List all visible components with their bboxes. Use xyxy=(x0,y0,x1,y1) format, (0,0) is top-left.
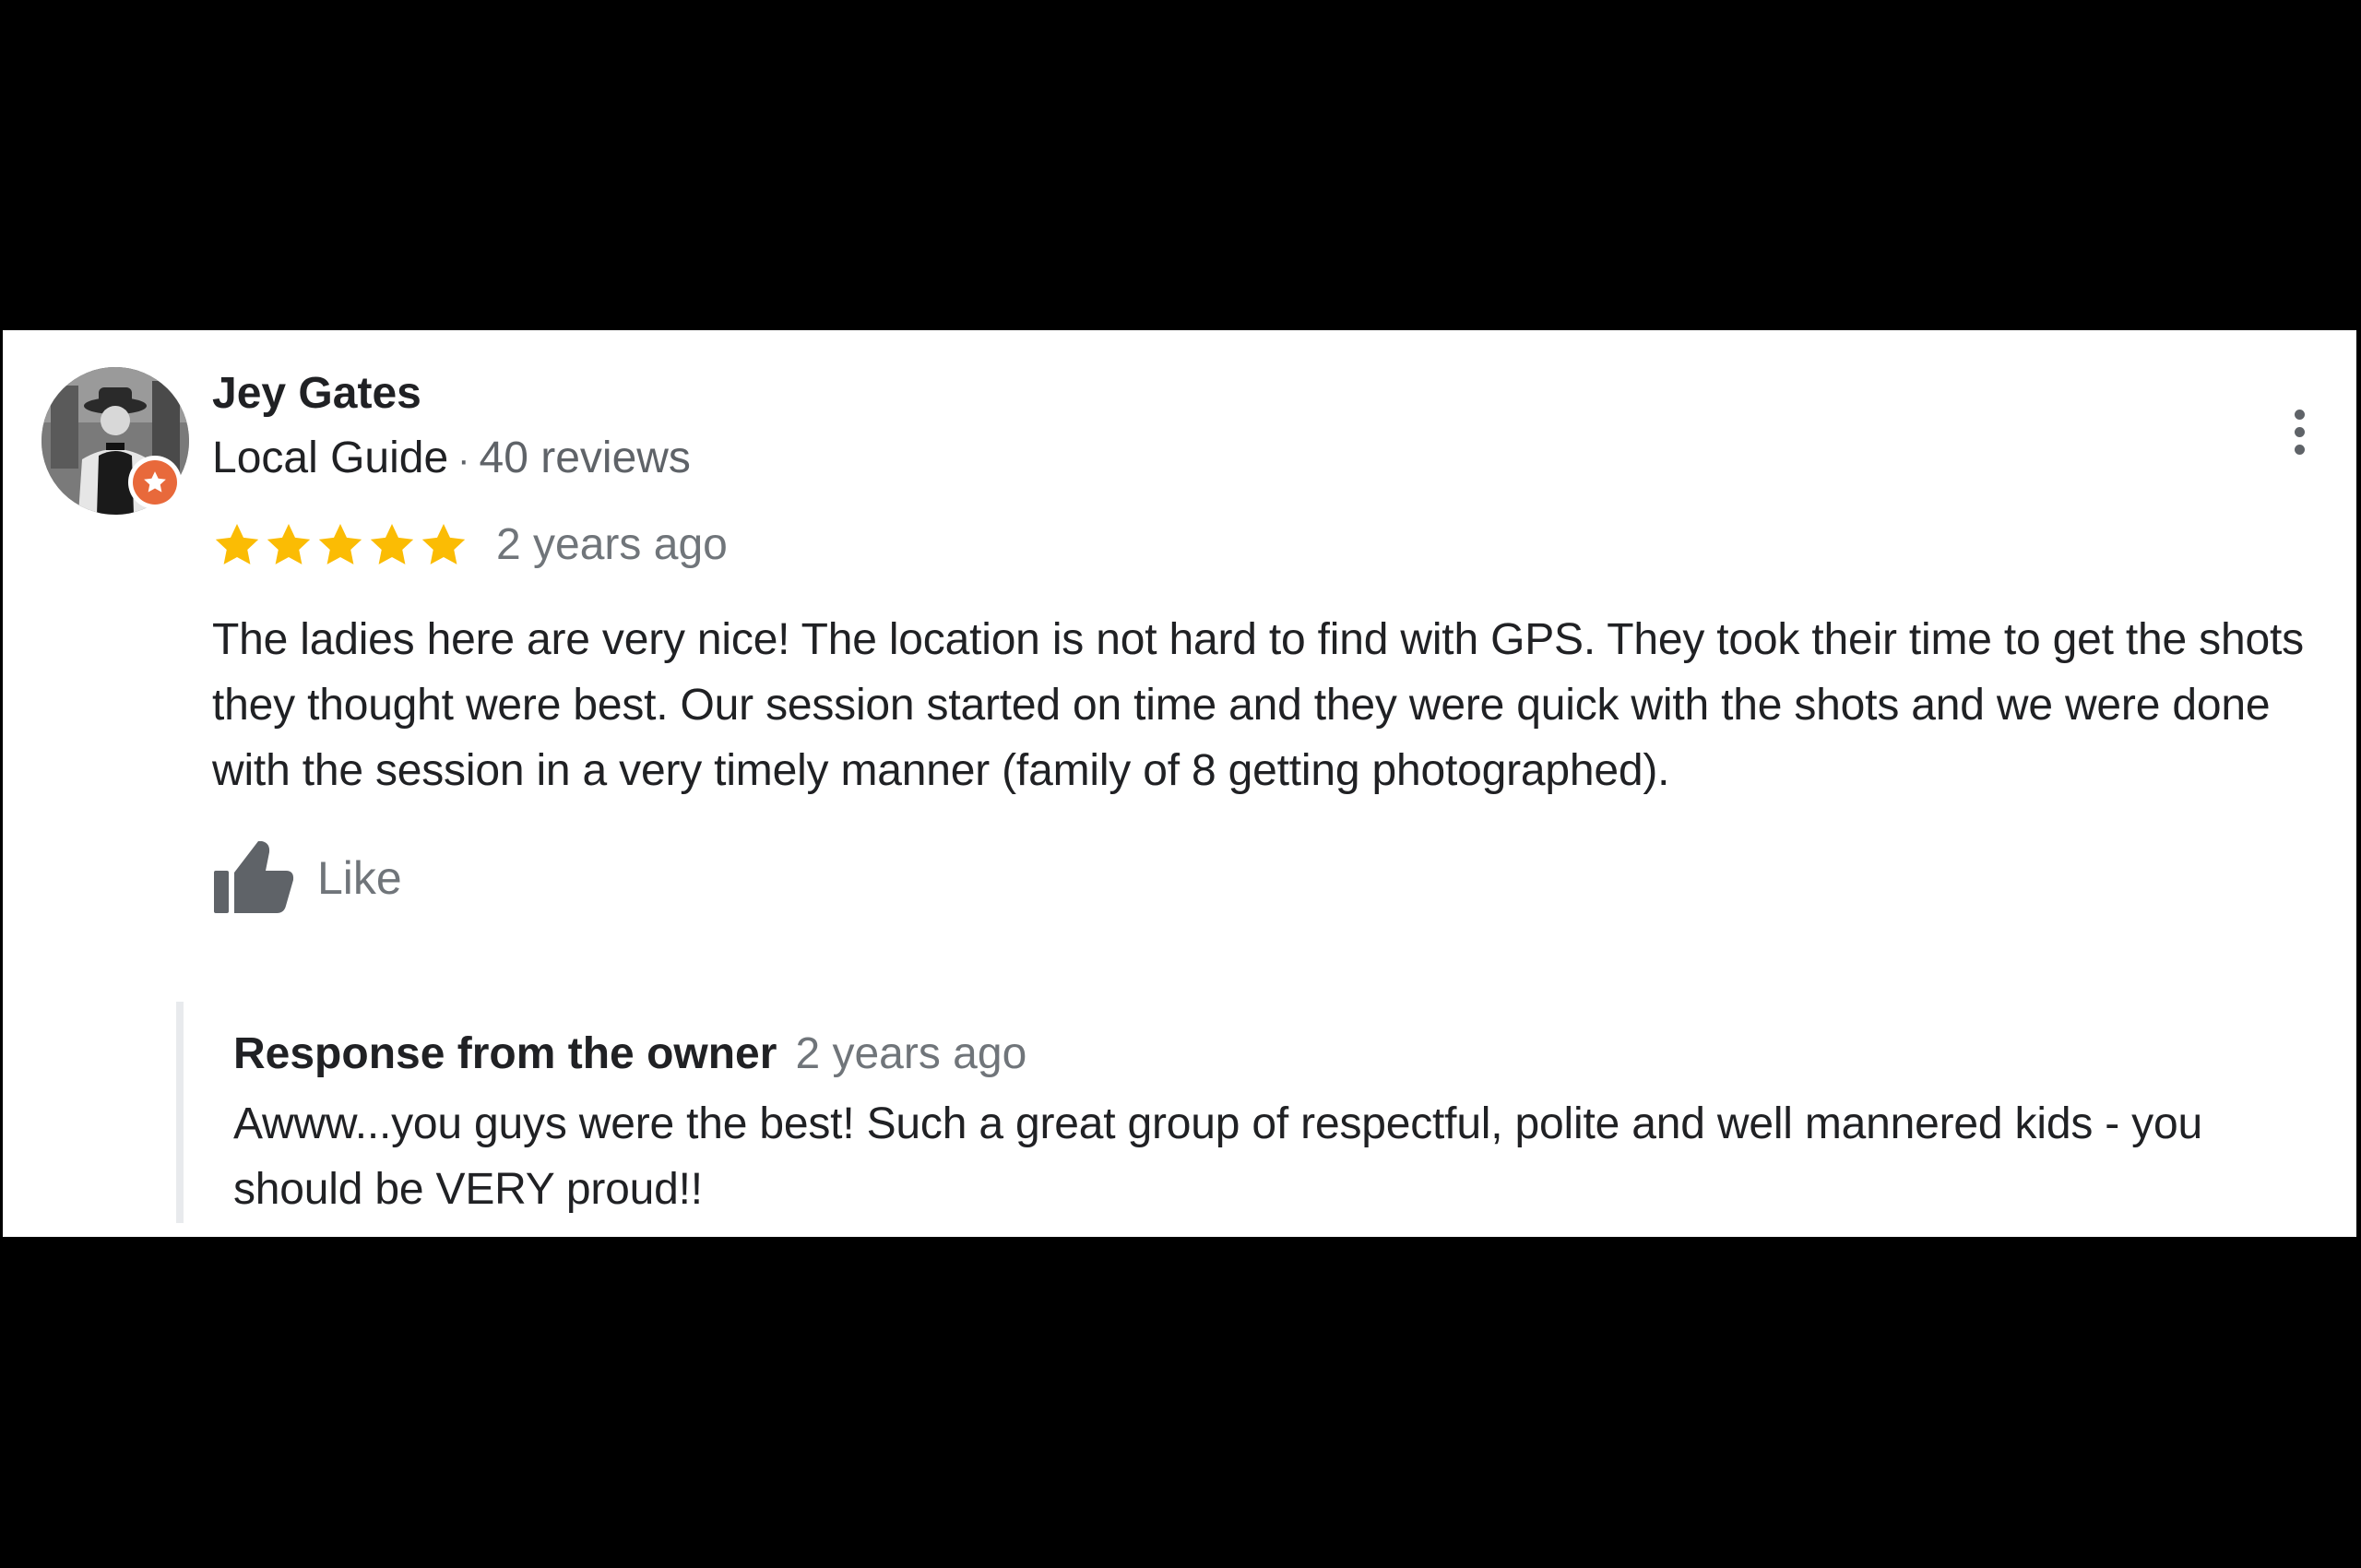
owner-response: Response from the owner 2 years ago Awww.… xyxy=(176,1002,2342,1223)
like-button[interactable]: Like xyxy=(212,839,402,917)
more-vert-icon xyxy=(2294,409,2305,420)
rating-row: 2 years ago xyxy=(212,515,728,576)
star-rating xyxy=(212,520,469,570)
star-icon xyxy=(267,524,311,564)
star-icon xyxy=(318,524,362,564)
review-text: The ladies here are very nice! The locat… xyxy=(212,615,2304,795)
screenshot-stage: Jey Gates Local Guide · 40 reviews 2 years… xyxy=(0,0,2361,1568)
thumbs-up-icon xyxy=(214,841,294,913)
owner-response-header: Response from the owner 2 years ago xyxy=(233,1028,1026,1091)
reviewer-badge-label: Local Guide xyxy=(212,434,449,482)
like-label: Like xyxy=(317,852,402,904)
star-icon xyxy=(215,524,259,564)
reviewer-meta: Local Guide · 40 reviews xyxy=(212,432,691,487)
more-options-button[interactable] xyxy=(2281,395,2318,469)
star-icon xyxy=(421,524,466,564)
owner-response-title: Response from the owner xyxy=(233,1029,777,1078)
review-card: Jey Gates Local Guide · 40 reviews 2 years… xyxy=(3,330,2356,1237)
review-count[interactable]: 40 reviews xyxy=(480,434,691,482)
meta-separator: · xyxy=(457,440,470,481)
review-time: 2 years ago xyxy=(496,520,728,569)
owner-response-text: Awww...you guys were the best! Such a gr… xyxy=(233,1099,2202,1214)
local-guide-star-icon xyxy=(133,460,177,505)
owner-response-time: 2 years ago xyxy=(795,1029,1027,1078)
local-guide-badge xyxy=(128,456,182,509)
reviewer-name[interactable]: Jey Gates xyxy=(212,367,421,421)
star-icon xyxy=(370,524,414,564)
